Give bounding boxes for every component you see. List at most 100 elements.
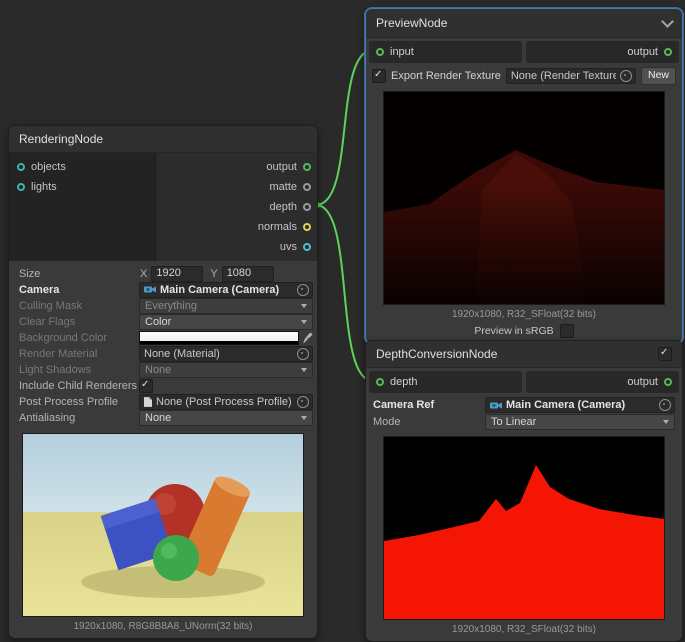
- export-render-texture-label: Export Render Texture: [391, 70, 501, 82]
- port-lights-label: lights: [31, 181, 57, 193]
- post-process-profile-value: None (Post Process Profile): [156, 396, 293, 408]
- include-child-renderers-checkbox[interactable]: [139, 379, 153, 393]
- camera-icon: [490, 401, 502, 410]
- preview-in-srgb-row: Preview in sRGB: [366, 323, 682, 339]
- size-row: Size X 1920 Y 1080: [13, 266, 313, 281]
- port-depth-input[interactable]: [376, 378, 384, 386]
- camera-icon: [144, 285, 156, 294]
- object-picker-icon[interactable]: [297, 396, 309, 408]
- light-shadows-row: Light Shadows None: [13, 362, 313, 377]
- object-picker-icon[interactable]: [297, 284, 309, 296]
- port-input[interactable]: [376, 48, 384, 56]
- depth-conversion-preview-caption: 1920x1080, R32_SFloat(32 bits): [366, 624, 682, 636]
- new-render-texture-button[interactable]: New: [641, 67, 676, 85]
- preview-node-preview: [383, 91, 665, 305]
- camera-ref-row: Camera Ref Main Camera (Camera): [366, 397, 682, 413]
- depth-conversion-preview: [383, 436, 665, 620]
- chevron-down-icon[interactable]: [661, 15, 674, 28]
- rendering-node-outputs-panel: output matte depth normals uvs: [156, 153, 317, 261]
- light-shadows-dropdown[interactable]: None: [139, 362, 313, 378]
- background-color-swatch[interactable]: [139, 331, 299, 345]
- depth-conversion-node-ports: depth output: [366, 368, 682, 393]
- clear-flags-dropdown[interactable]: Color: [139, 314, 313, 330]
- rendering-node-preview-caption: 1920x1080, R8G8B8A8_UNorm(32 bits): [9, 621, 317, 633]
- port-output[interactable]: [303, 163, 311, 171]
- size-y-input[interactable]: 1080: [222, 266, 274, 282]
- port-lights[interactable]: [17, 183, 25, 191]
- culling-mask-dropdown[interactable]: Everything: [139, 298, 313, 314]
- depth-conversion-node[interactable]: DepthConversionNode depth output Camera …: [365, 340, 683, 642]
- preview-in-srgb-checkbox[interactable]: [560, 324, 574, 338]
- port-uvs-label: uvs: [280, 241, 297, 253]
- port-output[interactable]: [664, 48, 672, 56]
- render-material-object-field[interactable]: None (Material): [139, 346, 313, 362]
- port-uvs[interactable]: [303, 243, 311, 251]
- port-normals[interactable]: [303, 223, 311, 231]
- clear-flags-label: Clear Flags: [13, 316, 139, 328]
- export-render-texture-checkbox[interactable]: [372, 69, 386, 83]
- mode-label: Mode: [373, 416, 485, 428]
- export-render-texture-row: Export Render Texture None (Render Textu…: [366, 63, 682, 87]
- camera-object-field[interactable]: Main Camera (Camera): [139, 282, 313, 298]
- port-row-depth: depth: [156, 197, 317, 217]
- port-output[interactable]: [664, 378, 672, 386]
- port-output-label: output: [627, 376, 658, 388]
- antialiasing-row: Antialiasing None: [13, 410, 313, 425]
- post-process-profile-row: Post Process Profile None (Post Process …: [13, 394, 313, 409]
- port-objects[interactable]: [17, 163, 25, 171]
- clear-flags-value: Color: [145, 316, 171, 328]
- rendering-node-title: RenderingNode: [19, 132, 103, 146]
- port-depth-label: depth: [269, 201, 297, 213]
- port-matte[interactable]: [303, 183, 311, 191]
- object-picker-icon[interactable]: [659, 399, 671, 411]
- preview-in-srgb-label: Preview in sRGB: [474, 325, 553, 337]
- port-row-depth-input: depth: [369, 371, 522, 393]
- dropdown-arrow-icon: [301, 368, 307, 372]
- depth-conversion-node-header[interactable]: DepthConversionNode: [366, 341, 682, 368]
- node-enabled-checkbox[interactable]: [658, 347, 672, 361]
- object-picker-icon[interactable]: [620, 70, 632, 82]
- eyedropper-icon[interactable]: [303, 332, 313, 344]
- port-row-objects: objects: [9, 157, 155, 177]
- object-picker-icon[interactable]: [297, 348, 309, 360]
- export-render-texture-value: None (Render Texture): [511, 70, 616, 82]
- mode-dropdown[interactable]: To Linear: [485, 414, 675, 430]
- mode-value: To Linear: [491, 416, 536, 428]
- antialiasing-dropdown[interactable]: None: [139, 410, 313, 426]
- port-output-label: output: [627, 46, 658, 58]
- rendering-node-header[interactable]: RenderingNode: [9, 126, 317, 153]
- render-material-label: Render Material: [13, 348, 139, 360]
- export-render-texture-object-field[interactable]: None (Render Texture): [506, 68, 636, 84]
- culling-mask-row: Culling Mask Everything: [13, 298, 313, 313]
- linear-depth-preview-image: [384, 437, 664, 619]
- depth-conversion-node-title: DepthConversionNode: [376, 347, 497, 361]
- mode-row: Mode To Linear: [366, 414, 682, 430]
- port-row-output: output: [526, 41, 679, 63]
- size-label: Size: [13, 268, 139, 280]
- node-graph-canvas[interactable]: { "app": { "background": "#2a2a2a", "edg…: [0, 0, 685, 640]
- port-row-lights: lights: [9, 177, 155, 197]
- port-objects-label: objects: [31, 161, 66, 173]
- port-output-label: output: [266, 161, 297, 173]
- port-row-matte: matte: [156, 177, 317, 197]
- rendering-node-ports: objects lights output matte depth normal…: [9, 153, 317, 261]
- render-preview-image: [23, 434, 303, 616]
- preview-node-header[interactable]: PreviewNode: [366, 9, 682, 38]
- camera-ref-value: Main Camera (Camera): [506, 399, 655, 411]
- rendering-node-preview: [22, 433, 304, 617]
- dropdown-arrow-icon: [301, 304, 307, 308]
- antialiasing-value: None: [145, 412, 171, 424]
- antialiasing-label: Antialiasing: [13, 412, 139, 424]
- size-x-input[interactable]: 1920: [151, 266, 203, 282]
- rendering-node[interactable]: RenderingNode objects lights output matt…: [8, 125, 318, 639]
- render-material-row: Render Material None (Material): [13, 346, 313, 361]
- camera-value: Main Camera (Camera): [160, 284, 293, 296]
- camera-ref-label: Camera Ref: [373, 399, 485, 411]
- camera-ref-object-field[interactable]: Main Camera (Camera): [485, 397, 675, 413]
- post-process-profile-object-field[interactable]: None (Post Process Profile): [139, 394, 313, 410]
- port-depth[interactable]: [303, 203, 311, 211]
- clear-flags-row: Clear Flags Color: [13, 314, 313, 329]
- preview-node[interactable]: PreviewNode input output Export Render T…: [365, 8, 683, 344]
- light-shadows-value: None: [145, 364, 171, 376]
- port-row-output: output: [526, 371, 679, 393]
